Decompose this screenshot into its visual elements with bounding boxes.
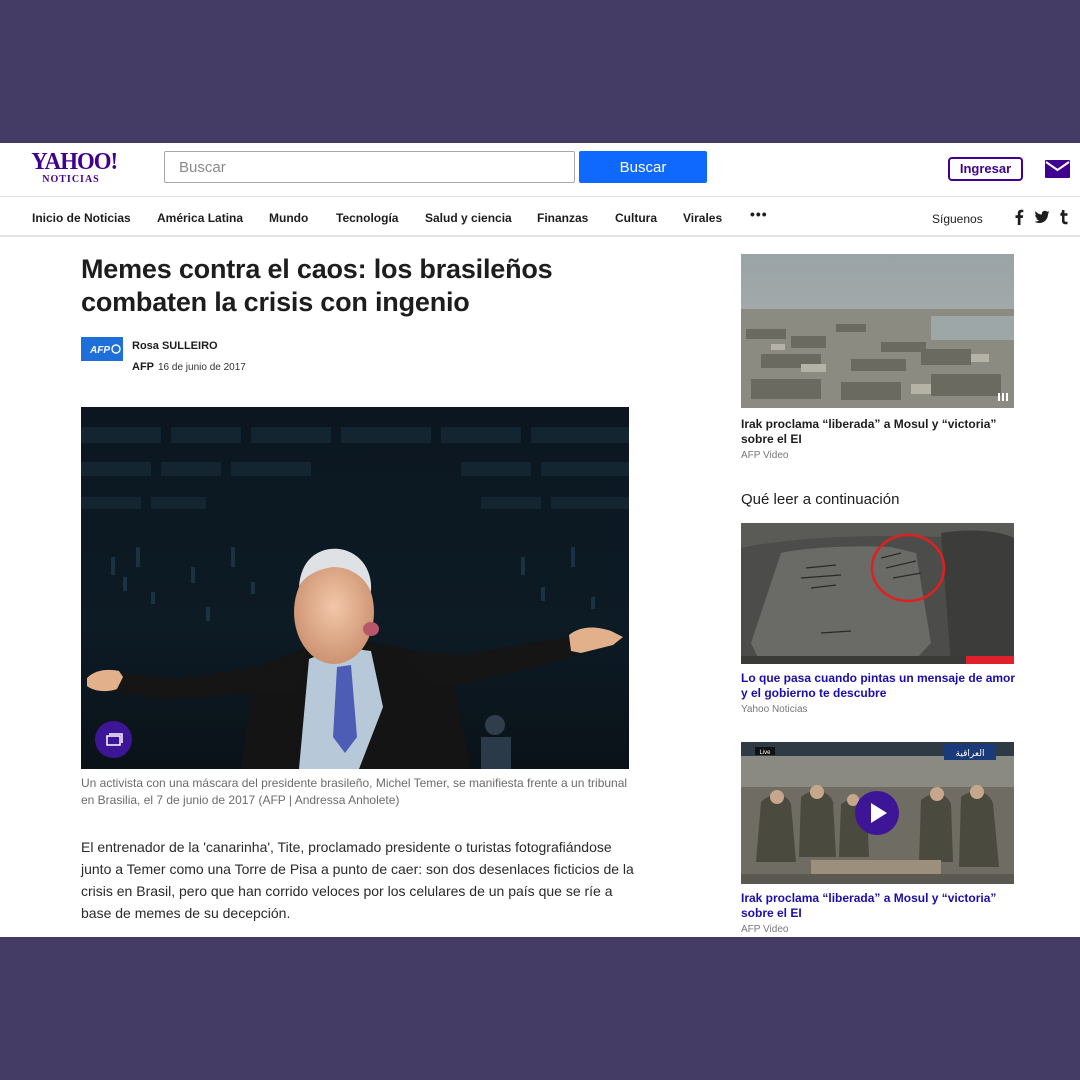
search-button[interactable]: Buscar (579, 151, 707, 183)
nav-more-button[interactable]: ••• (750, 206, 768, 222)
rail-story-title-2[interactable]: Lo que pasa cuando pintas un mensaje de … (741, 671, 1016, 701)
nav-item-finanzas[interactable]: Finanzas (537, 211, 588, 225)
read-next-heading: Qué leer a continuación (741, 491, 900, 508)
rail-story-title-3[interactable]: Irak proclama “liberada” a Mosul y “vict… (741, 891, 1016, 921)
gallery-button[interactable] (95, 721, 132, 758)
rail-story-title-1[interactable]: Irak proclama “liberada” a Mosul y “vict… (741, 417, 1016, 447)
article-headline: Memes contra el caos: los brasileños com… (81, 254, 553, 317)
nav-item-america-latina[interactable]: América Latina (157, 211, 243, 225)
svg-text:العراقية: العراقية (956, 749, 985, 759)
top-header: YAHOO! NOTICIAS Buscar Ingresar (0, 143, 1080, 197)
twitter-icon[interactable] (1034, 209, 1050, 225)
gallery-icon (106, 733, 123, 746)
video-bars-icon (998, 393, 1008, 401)
article-source: AFP (132, 361, 154, 373)
nav-item-cultura[interactable]: Cultura (615, 211, 657, 225)
svg-text:AFP: AFP (89, 345, 110, 356)
rail-thumbnail-graffiti[interactable] (741, 523, 1014, 664)
rail-story-source-1: AFP Video (741, 450, 789, 461)
facebook-icon[interactable] (1014, 209, 1024, 225)
nav-item-inicio[interactable]: Inicio de Noticias (32, 211, 131, 225)
article-date: 16 de junio de 2017 (158, 362, 246, 373)
article-body-paragraph: El entrenador de la 'canarinha', Tite, p… (81, 839, 634, 921)
afp-publisher-logo[interactable]: AFP (81, 337, 123, 361)
tumblr-icon[interactable] (1059, 209, 1069, 225)
rail-thumbnail-iraq-video[interactable]: العراقية Live (741, 742, 1014, 884)
follow-label: Síguenos (932, 212, 983, 226)
nav-item-mundo[interactable]: Mundo (269, 211, 308, 225)
article-author[interactable]: Rosa SULLEIRO (132, 340, 218, 352)
rail-thumbnail-mosul[interactable] (741, 254, 1014, 408)
rail-story-source-2: Yahoo Noticias (741, 704, 808, 715)
signin-button[interactable]: Ingresar (948, 157, 1023, 181)
nav-item-tecnologia[interactable]: Tecnología (336, 211, 398, 225)
nav-item-salud-ciencia[interactable]: Salud y ciencia (425, 211, 512, 225)
mail-icon[interactable] (1045, 160, 1070, 178)
photo-caption: Un activista con una máscara del preside… (81, 776, 628, 807)
search-input[interactable] (164, 151, 575, 183)
nav-item-virales[interactable]: Virales (683, 211, 722, 225)
hero-photo[interactable] (81, 407, 629, 769)
main-navigation: Inicio de Noticias América Latina Mundo … (0, 198, 1080, 237)
rail-story-source-3: AFP Video (741, 924, 789, 935)
browser-page: YAHOO! NOTICIAS Buscar Ingresar Inicio d… (0, 143, 1080, 937)
svg-text:Live: Live (759, 750, 771, 756)
yahoo-noticias-logo[interactable]: YAHOO! NOTICIAS (29, 150, 119, 185)
